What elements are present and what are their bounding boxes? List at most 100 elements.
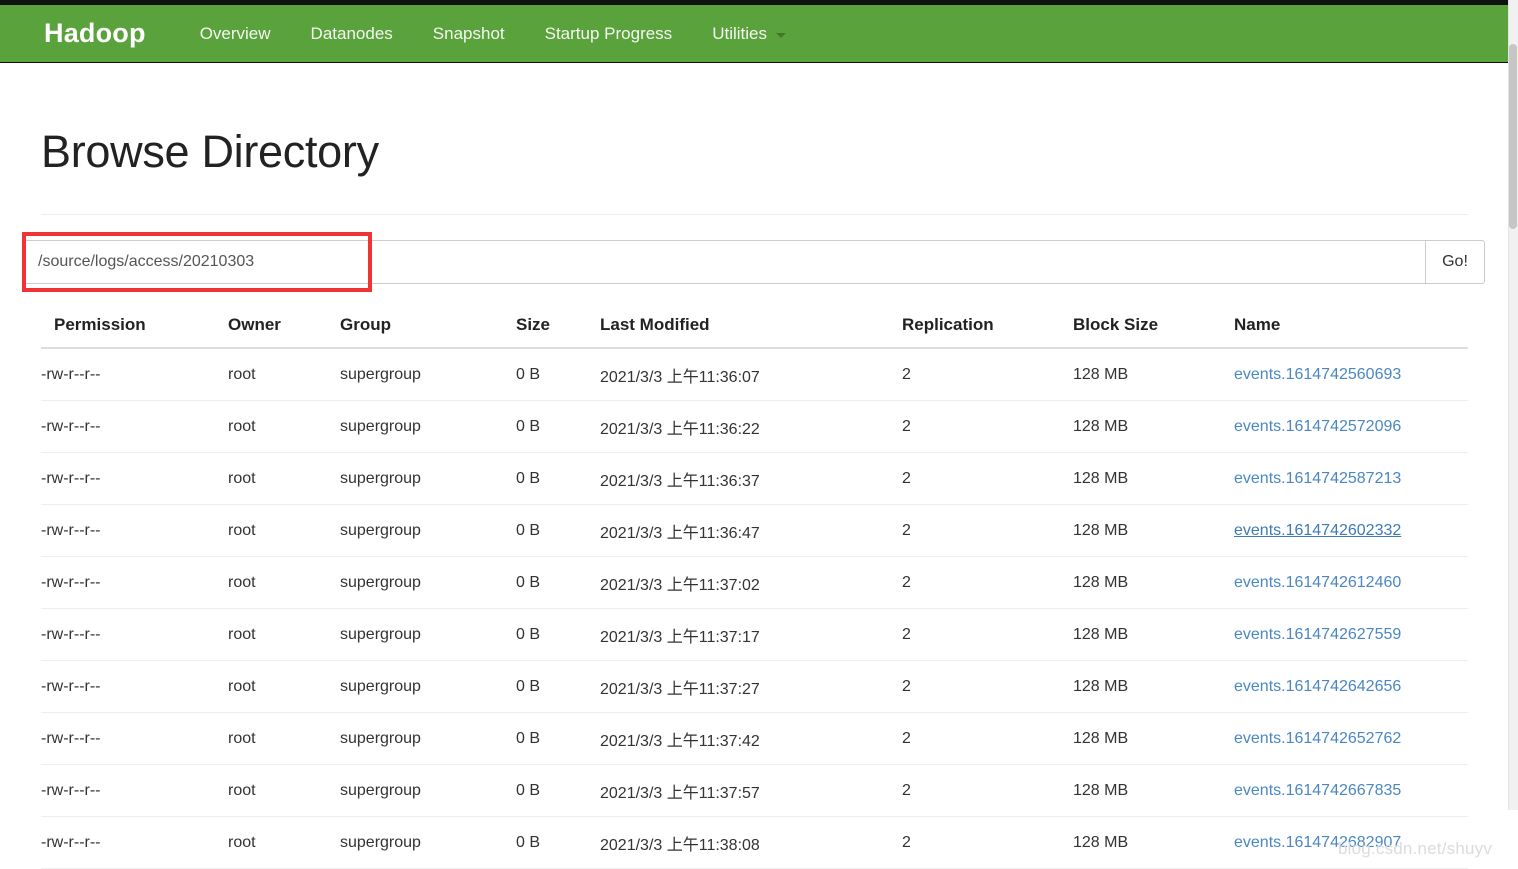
nav-links: Overview Datanodes Snapshot Startup Prog…: [186, 5, 806, 62]
column-header-size[interactable]: Size: [516, 307, 600, 349]
cell-permission: -rw-r--r--: [41, 816, 228, 869]
cell-owner: root: [228, 764, 340, 817]
cell-block-size: 128 MB: [1073, 764, 1234, 817]
cell-name: events.1614742627559: [1234, 608, 1468, 661]
cell-owner: root: [228, 816, 340, 869]
nav-item-utilities[interactable]: Utilities: [692, 5, 806, 62]
nav-item-startup-progress[interactable]: Startup Progress: [525, 5, 693, 62]
cell-size: 0 B: [516, 816, 600, 869]
page-scrollbar-thumb[interactable]: [1509, 44, 1517, 229]
cell-name: events.1614742572096: [1234, 400, 1468, 453]
cell-owner: root: [228, 400, 340, 453]
table-row: -rw-r--r-- root supergroup 0 B 2021/3/3 上午11…: [41, 816, 1468, 869]
cell-block-size: 128 MB: [1073, 660, 1234, 713]
column-header-owner[interactable]: Owner: [228, 307, 340, 349]
cell-owner: root: [228, 504, 340, 557]
file-link[interactable]: events.1614742652762: [1234, 730, 1401, 747]
column-header-last-modified[interactable]: Last Modified: [600, 307, 902, 349]
cell-owner: root: [228, 712, 340, 765]
cell-owner: root: [228, 556, 340, 609]
cell-replication: 2: [902, 348, 1073, 401]
cell-block-size: 128 MB: [1073, 712, 1234, 765]
cell-replication: 2: [902, 712, 1073, 765]
table-header: Permission Owner Group Size Last Modifie…: [41, 307, 1468, 349]
cell-block-size: 128 MB: [1073, 556, 1234, 609]
cell-name: events.1614742642656: [1234, 660, 1468, 713]
cell-size: 0 B: [516, 556, 600, 609]
cell-permission: -rw-r--r--: [41, 348, 228, 401]
cell-group: supergroup: [340, 608, 516, 661]
table-row: -rw-r--r-- root supergroup 0 B 2021/3/3 上午11…: [41, 400, 1468, 453]
cell-replication: 2: [902, 452, 1073, 505]
cell-size: 0 B: [516, 660, 600, 713]
column-header-group[interactable]: Group: [340, 307, 516, 349]
cell-owner: root: [228, 608, 340, 661]
cell-replication: 2: [902, 764, 1073, 817]
cell-last-modified: 2021/3/3 上午11:36:22: [600, 400, 902, 453]
file-link[interactable]: events.1614742560693: [1234, 366, 1401, 383]
page-scrollbar[interactable]: [1508, 0, 1518, 810]
hadoop-brand-logo[interactable]: Hadoop: [44, 20, 146, 47]
table-row: -rw-r--r-- root supergroup 0 B 2021/3/3 上午11…: [41, 764, 1468, 817]
main-navbar: Hadoop Overview Datanodes Snapshot Start…: [0, 5, 1508, 63]
table-body: -rw-r--r-- root supergroup 0 B 2021/3/3 上午11…: [41, 348, 1468, 869]
cell-size: 0 B: [516, 712, 600, 765]
cell-permission: -rw-r--r--: [41, 608, 228, 661]
cell-last-modified: 2021/3/3 上午11:37:17: [600, 608, 902, 661]
cell-name: events.1614742602332: [1234, 504, 1468, 557]
cell-group: supergroup: [340, 816, 516, 869]
nav-item-datanodes[interactable]: Datanodes: [291, 5, 413, 62]
cell-name: events.1614742667835: [1234, 764, 1468, 817]
cell-replication: 2: [902, 400, 1073, 453]
cell-last-modified: 2021/3/3 上午11:37:02: [600, 556, 902, 609]
file-link[interactable]: events.1614742627559: [1234, 626, 1401, 643]
cell-group: supergroup: [340, 556, 516, 609]
nav-item-snapshot-label: Snapshot: [432, 23, 505, 43]
column-header-permission[interactable]: Permission: [41, 307, 228, 349]
cell-block-size: 128 MB: [1073, 400, 1234, 453]
file-link[interactable]: events.1614742602332: [1234, 522, 1401, 539]
file-link[interactable]: events.1614742572096: [1234, 418, 1401, 435]
cell-last-modified: 2021/3/3 上午11:36:37: [600, 452, 902, 505]
column-header-replication[interactable]: Replication: [902, 307, 1073, 349]
column-header-block-size[interactable]: Block Size: [1073, 307, 1234, 349]
table-row: -rw-r--r-- root supergroup 0 B 2021/3/3 上午11…: [41, 712, 1468, 765]
cell-permission: -rw-r--r--: [41, 452, 228, 505]
cell-permission: -rw-r--r--: [41, 556, 228, 609]
cell-block-size: 128 MB: [1073, 608, 1234, 661]
file-link[interactable]: events.1614742642656: [1234, 678, 1401, 695]
cell-name: events.1614742560693: [1234, 348, 1468, 401]
file-link[interactable]: events.1614742682907: [1234, 834, 1401, 851]
cell-replication: 2: [902, 660, 1073, 713]
cell-owner: root: [228, 452, 340, 505]
table-row: -rw-r--r-- root supergroup 0 B 2021/3/3 上午11…: [41, 608, 1468, 661]
file-link[interactable]: events.1614742667835: [1234, 782, 1401, 799]
cell-group: supergroup: [340, 712, 516, 765]
table-row: -rw-r--r-- root supergroup 0 B 2021/3/3 上午11…: [41, 556, 1468, 609]
cell-size: 0 B: [516, 764, 600, 817]
cell-last-modified: 2021/3/3 上午11:37:27: [600, 660, 902, 713]
cell-replication: 2: [902, 556, 1073, 609]
table-header-row: Permission Owner Group Size Last Modifie…: [41, 307, 1468, 349]
column-header-name[interactable]: Name: [1234, 307, 1468, 349]
cell-group: supergroup: [340, 452, 516, 505]
nav-item-snapshot[interactable]: Snapshot: [413, 5, 525, 62]
cell-owner: root: [228, 348, 340, 401]
chevron-down-icon: [775, 33, 786, 38]
cell-name: events.1614742587213: [1234, 452, 1468, 505]
cell-permission: -rw-r--r--: [41, 660, 228, 713]
nav-item-overview-label: Overview: [199, 23, 271, 43]
file-link[interactable]: events.1614742587213: [1234, 470, 1401, 487]
nav-item-overview[interactable]: Overview: [186, 5, 291, 62]
table-row: -rw-r--r-- root supergroup 0 B 2021/3/3 上午11…: [41, 504, 1468, 557]
directory-path-input[interactable]: [23, 240, 1425, 284]
cell-last-modified: 2021/3/3 上午11:38:08: [600, 816, 902, 869]
cell-permission: -rw-r--r--: [41, 400, 228, 453]
cell-size: 0 B: [516, 348, 600, 401]
nav-item-datanodes-label: Datanodes: [310, 23, 393, 43]
cell-size: 0 B: [516, 608, 600, 661]
table-row: -rw-r--r-- root supergroup 0 B 2021/3/3 上午11…: [41, 348, 1468, 401]
title-divider: [41, 214, 1468, 215]
go-button[interactable]: Go!: [1425, 240, 1485, 284]
file-link[interactable]: events.1614742612460: [1234, 574, 1401, 591]
